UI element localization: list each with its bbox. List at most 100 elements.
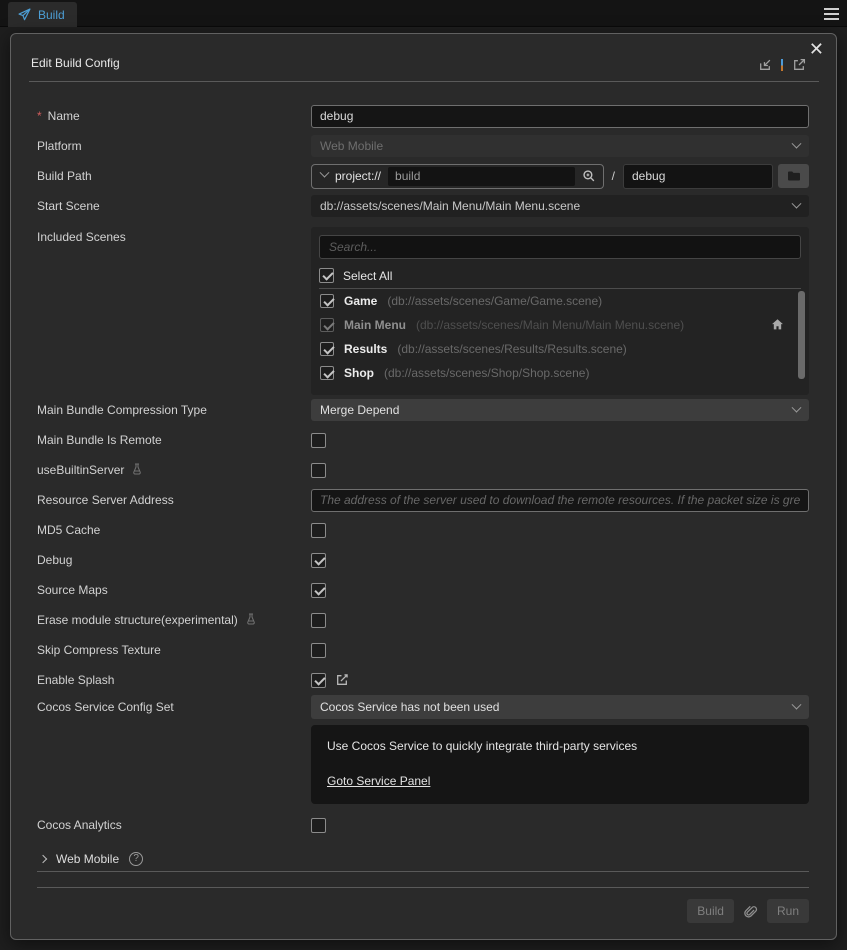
debug-checkbox[interactable] xyxy=(311,553,326,568)
select-all-row[interactable]: Select All xyxy=(319,263,801,289)
chevron-right-icon xyxy=(39,854,47,862)
tab-build[interactable]: Build xyxy=(8,2,77,27)
tab-build-label: Build xyxy=(38,8,65,22)
scene-checkbox[interactable] xyxy=(320,342,334,356)
row-md5-cache: MD5 Cache xyxy=(37,515,809,545)
skip-compress-checkbox[interactable] xyxy=(311,643,326,658)
platform-section-label: Web Mobile xyxy=(56,852,119,866)
row-resource-server: Resource Server Address xyxy=(37,485,809,515)
source-maps-checkbox[interactable] xyxy=(311,583,326,598)
chevron-down-icon xyxy=(792,138,802,148)
row-skip-compress: Skip Compress Texture xyxy=(37,635,809,665)
row-service-config: Cocos Service Config Set Cocos Service h… xyxy=(37,695,809,804)
run-button[interactable]: Run xyxy=(767,899,809,923)
scene-list-item[interactable]: Results (db://assets/scenes/Results/Resu… xyxy=(319,337,801,361)
service-info-panel: Use Cocos Service to quickly integrate t… xyxy=(311,725,809,804)
build-dir-input[interactable] xyxy=(388,167,575,186)
skip-compress-label: Skip Compress Texture xyxy=(37,643,161,657)
folder-icon xyxy=(787,170,801,182)
platform-value: Web Mobile xyxy=(320,139,383,153)
scene-list-item[interactable]: Game (db://assets/scenes/Game/Game.scene… xyxy=(319,289,801,313)
row-compression: Main Bundle Compression Type Merge Depen… xyxy=(37,395,809,425)
scene-name: Main Menu xyxy=(344,318,406,332)
resource-server-label: Resource Server Address xyxy=(37,493,174,507)
main-bundle-remote-checkbox[interactable] xyxy=(311,433,326,448)
link-build-run-icon[interactable] xyxy=(743,904,758,919)
scene-name: Game xyxy=(344,294,377,308)
row-build-path: Build Path project:// / xyxy=(37,161,809,191)
select-all-label: Select All xyxy=(343,269,392,283)
scene-list-item[interactable]: Shop (db://assets/scenes/Shop/Shop.scene… xyxy=(319,361,801,385)
help-icon[interactable]: ? xyxy=(129,852,143,866)
platform-label: Platform xyxy=(37,139,82,153)
build-button[interactable]: Build xyxy=(687,899,734,923)
row-erase-module: Erase module structure(experimental) xyxy=(37,605,809,635)
service-config-select[interactable]: Cocos Service has not been used xyxy=(311,695,809,719)
row-start-scene: Start Scene db://assets/scenes/Main Menu… xyxy=(37,191,809,221)
scene-list-item[interactable]: Main Menu (db://assets/scenes/Main Menu/… xyxy=(319,313,801,337)
close-icon[interactable]: ✕ xyxy=(809,38,824,60)
build-subdir-input[interactable] xyxy=(623,164,773,189)
start-scene-value: db://assets/scenes/Main Menu/Main Menu.s… xyxy=(320,199,580,213)
cocos-analytics-label: Cocos Analytics xyxy=(37,818,122,832)
name-label: Name xyxy=(48,109,80,123)
experimental-flask-icon xyxy=(245,613,257,628)
name-input[interactable] xyxy=(311,105,809,128)
row-enable-splash: Enable Splash xyxy=(37,665,809,695)
row-main-bundle-remote: Main Bundle Is Remote xyxy=(37,425,809,455)
scene-path: (db://assets/scenes/Results/Results.scen… xyxy=(397,342,626,356)
home-icon xyxy=(771,318,784,334)
paper-plane-icon xyxy=(18,8,31,21)
experimental-flask-icon xyxy=(131,463,143,478)
row-use-builtin-server: useBuiltinServer xyxy=(37,455,809,485)
edit-splash-icon[interactable] xyxy=(335,673,349,687)
enable-splash-label: Enable Splash xyxy=(37,673,114,687)
included-scenes-label: Included Scenes xyxy=(37,230,126,244)
import-config-icon[interactable] xyxy=(758,58,772,72)
compression-select[interactable]: Merge Depend xyxy=(311,399,809,421)
service-config-value: Cocos Service has not been used xyxy=(320,700,499,714)
platform-select[interactable]: Web Mobile xyxy=(311,135,809,157)
build-path-protocol-group[interactable]: project:// xyxy=(311,164,604,189)
main-bundle-remote-label: Main Bundle Is Remote xyxy=(37,433,162,447)
row-source-maps: Source Maps xyxy=(37,575,809,605)
select-all-checkbox[interactable] xyxy=(319,268,334,283)
scene-name: Results xyxy=(344,342,387,356)
compression-label: Main Bundle Compression Type xyxy=(37,403,207,417)
export-config-icon[interactable] xyxy=(792,58,806,72)
header-separator xyxy=(781,59,783,71)
search-icon[interactable] xyxy=(582,169,596,183)
use-builtin-server-checkbox[interactable] xyxy=(311,463,326,478)
scene-list-scrollbar[interactable] xyxy=(798,291,805,379)
start-scene-label: Start Scene xyxy=(37,199,100,213)
edit-build-config-dialog: Edit Build Config ✕ * Name xyxy=(10,33,837,940)
menu-hamburger-icon[interactable] xyxy=(824,8,839,20)
scene-path: (db://assets/scenes/Shop/Shop.scene) xyxy=(384,366,589,380)
scene-search-input[interactable] xyxy=(319,235,801,259)
enable-splash-checkbox[interactable] xyxy=(311,673,326,688)
start-scene-select[interactable]: db://assets/scenes/Main Menu/Main Menu.s… xyxy=(311,195,809,217)
row-debug: Debug xyxy=(37,545,809,575)
erase-module-checkbox[interactable] xyxy=(311,613,326,628)
goto-service-panel-link[interactable]: Goto Service Panel xyxy=(327,774,430,788)
platform-section-header[interactable]: Web Mobile ? xyxy=(37,846,809,872)
dialog-footer: Build Run xyxy=(37,887,809,923)
service-config-label: Cocos Service Config Set xyxy=(37,700,174,714)
scene-path: (db://assets/scenes/Main Menu/Main Menu.… xyxy=(416,318,684,332)
scene-checkbox[interactable] xyxy=(320,366,334,380)
resource-server-input[interactable] xyxy=(311,489,809,512)
row-cocos-analytics: Cocos Analytics xyxy=(37,810,809,840)
md5-cache-label: MD5 Cache xyxy=(37,523,100,537)
row-included-scenes: Included Scenes Select All Game (db://as… xyxy=(37,221,809,395)
cocos-analytics-checkbox[interactable] xyxy=(311,818,326,833)
service-info-text: Use Cocos Service to quickly integrate t… xyxy=(327,739,793,753)
scene-checkbox[interactable] xyxy=(320,294,334,308)
chevron-down-icon xyxy=(792,402,802,412)
use-builtin-server-label: useBuiltinServer xyxy=(37,463,124,477)
included-scenes-panel: Select All Game (db://assets/scenes/Game… xyxy=(311,227,809,395)
scene-checkbox xyxy=(320,318,334,332)
md5-cache-checkbox[interactable] xyxy=(311,523,326,538)
debug-label: Debug xyxy=(37,553,72,567)
row-name: * Name xyxy=(37,101,809,131)
browse-folder-button[interactable] xyxy=(778,164,809,188)
